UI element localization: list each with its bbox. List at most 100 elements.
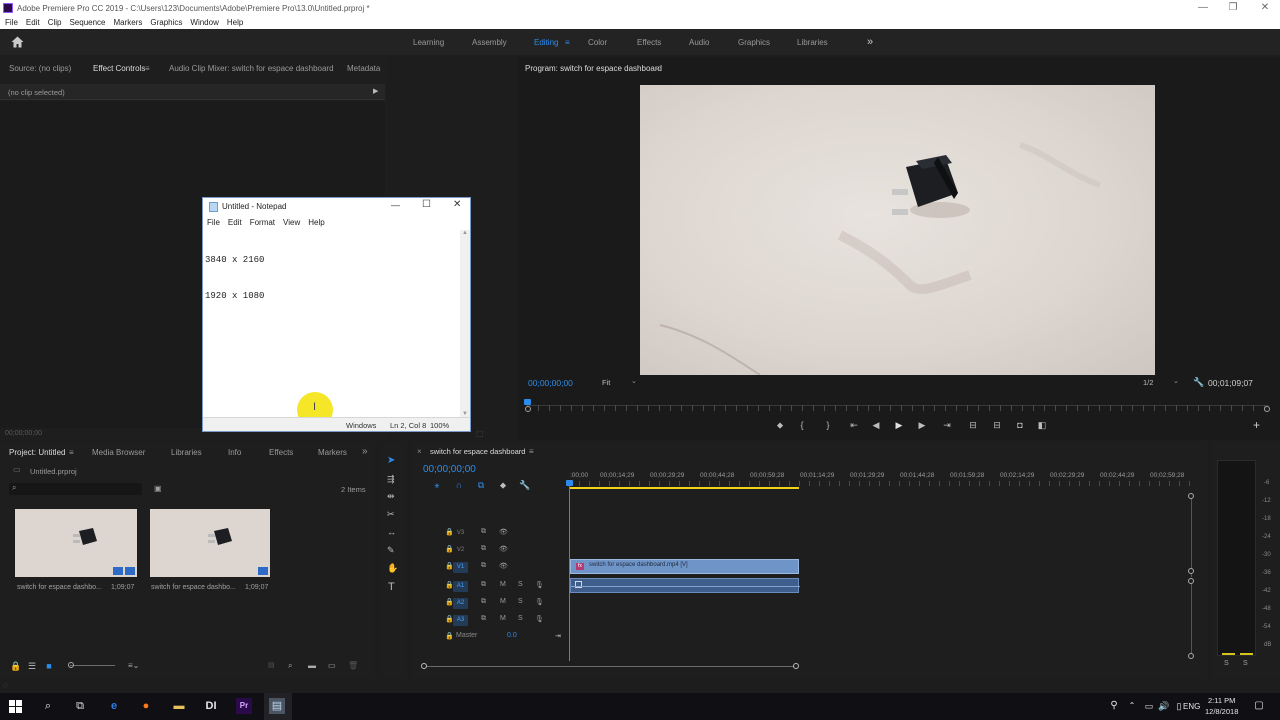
lock-icon[interactable]: 🔒 [10,661,22,671]
meter-solo-left[interactable]: S [1224,660,1229,667]
lift-icon[interactable]: ⊟ [961,420,985,430]
notepad-scrollbar[interactable]: ▲ ▼ [460,230,470,417]
tab-effect-controls-menu-icon[interactable]: ≡ [145,64,150,73]
edge-icon[interactable]: e [106,698,122,714]
solo-button[interactable]: S [518,581,523,588]
mute-button[interactable]: M [500,581,506,588]
go-to-out-icon[interactable]: ⇥ [933,420,961,430]
sync-lock-icon[interactable]: ⧉ [481,545,486,553]
go-to-end-icon[interactable]: ⇥ [555,632,561,640]
mark-in-icon[interactable]: { [791,420,813,430]
project-search-input[interactable]: ⌕ [9,483,142,495]
track-label[interactable]: V3 [453,528,468,539]
mute-button[interactable]: M [500,615,506,622]
export-frame-icon[interactable]: ⬚ [476,429,484,438]
tab-audio-clip-mixer[interactable]: Audio Clip Mixer: switch for espace dash… [169,64,334,73]
menu-clip[interactable]: Clip [48,18,62,27]
tab-metadata[interactable]: Metadata [347,64,380,73]
voiceover-mic-icon[interactable]: 🎙 [535,615,544,623]
program-menu-icon[interactable]: ≡ [655,64,660,73]
timeline-marker-icon[interactable]: ⬥ [492,480,514,490]
workspace-menu-icon[interactable]: ≡ [565,38,570,47]
work-area-bar[interactable] [570,487,799,489]
export-frame-camera-icon[interactable]: ◘ [1009,420,1031,430]
eye-icon[interactable]: 👁 [499,528,508,536]
fit-chevron-icon[interactable]: ⌄ [631,377,637,385]
zoom-right-handle[interactable] [793,663,799,669]
eye-icon[interactable]: 👁 [499,562,508,570]
program-playhead[interactable] [524,399,531,405]
new-item-icon[interactable]: ▭ [328,661,336,670]
expand-arrow-icon[interactable]: ▶ [373,87,378,95]
tab-media-browser[interactable]: Media Browser [92,448,145,457]
notepad-line-1[interactable]: 3840 x 2160 [205,254,460,266]
meter-solo-right[interactable]: S [1243,660,1248,667]
track-select-tool-icon[interactable]: ⇶ [387,474,395,485]
linked-selection-icon[interactable]: ⧉ [470,480,492,490]
menu-help[interactable]: Help [227,18,243,27]
hand-tool-icon[interactable]: ✋ [387,563,398,574]
out-handle[interactable] [1264,406,1270,412]
go-to-in-icon[interactable]: ⇤ [843,420,865,430]
master-value[interactable]: 0.0 [507,632,517,639]
workspace-libraries[interactable]: Libraries [797,38,828,47]
playhead-handle[interactable] [566,480,573,486]
button-editor-plus-icon[interactable]: + [1253,418,1260,432]
mark-out-icon[interactable]: } [813,420,843,430]
menu-file[interactable]: File [5,18,18,27]
clock-date[interactable]: 12/8/2018 [1205,707,1238,716]
step-back-icon[interactable]: ◀ [865,420,887,430]
fit-dropdown[interactable]: Fit [602,378,610,387]
ripple-edit-tool-icon[interactable]: ⇹ [387,491,395,502]
selection-tool-icon[interactable]: ➤ [387,455,395,466]
workspace-assembly[interactable]: Assembly [472,38,507,47]
icon-view-icon[interactable]: ■ [42,661,56,671]
clip-thumbnail-1[interactable] [15,509,137,577]
wrench-icon[interactable]: 🔧 [1193,377,1204,388]
play-icon[interactable]: ▶ [887,420,911,430]
solo-button[interactable]: S [518,615,523,622]
notepad-maximize-button[interactable]: ☐ [422,199,431,210]
track-label[interactable]: A1 [453,581,468,592]
tab-effects[interactable]: Effects [269,448,293,457]
comparison-view-icon[interactable]: ◧ [1031,420,1053,430]
program-timecode[interactable]: 00;00;00;00 [528,378,573,388]
menu-graphics[interactable]: Graphics [150,18,182,27]
resolution-chevron-icon[interactable]: ⌄ [1173,377,1179,385]
timeline-timecode[interactable]: 00;00;00;00 [423,464,476,475]
notifications-icon[interactable]: ▢ [1251,698,1267,714]
close-sequence-icon[interactable]: × [417,447,422,456]
notepad-minimize-button[interactable]: — [391,200,400,210]
sequence-menu-icon[interactable]: ≡ [529,447,534,456]
track-label[interactable]: V1 [453,562,468,573]
menu-window[interactable]: Window [190,18,218,27]
tab-libraries[interactable]: Libraries [171,448,202,457]
tab-source[interactable]: Source: (no clips) [9,64,71,73]
mute-button[interactable]: M [500,598,506,605]
close-window-button[interactable]: ✕ [1250,0,1280,16]
workspace-learning[interactable]: Learning [413,38,444,47]
workspace-effects[interactable]: Effects [637,38,661,47]
scroll-handle[interactable] [1188,653,1194,659]
notepad-menu-help[interactable]: Help [308,218,324,227]
voiceover-mic-icon[interactable]: 🎙 [535,598,544,606]
notepad-close-button[interactable]: ✕ [453,199,461,210]
sync-lock-icon[interactable]: ⧉ [481,562,486,570]
slip-tool-icon[interactable]: ↔ [387,527,396,537]
workspace-editing[interactable]: Editing [534,38,558,47]
notepad-menu-format[interactable]: Format [250,218,275,227]
pen-tool-icon[interactable]: ✎ [387,545,395,556]
program-title[interactable]: Program: switch for espace dashboard [525,64,662,73]
windows-start-icon[interactable] [9,700,22,713]
automate-icon[interactable]: ▤ [268,661,275,669]
tab-info[interactable]: Info [228,448,241,457]
firefox-icon[interactable]: ● [138,698,154,714]
audio-clip[interactable] [570,578,800,593]
notepad-menu-view[interactable]: View [283,218,300,227]
tab-project-menu-icon[interactable]: ≡ [69,448,74,457]
tab-effect-controls[interactable]: Effect Controls [93,64,145,73]
tab-project[interactable]: Project: Untitled [9,448,65,457]
workspace-audio[interactable]: Audio [689,38,709,47]
add-marker-icon[interactable]: ⬥ [769,420,791,430]
menu-markers[interactable]: Markers [114,18,143,27]
